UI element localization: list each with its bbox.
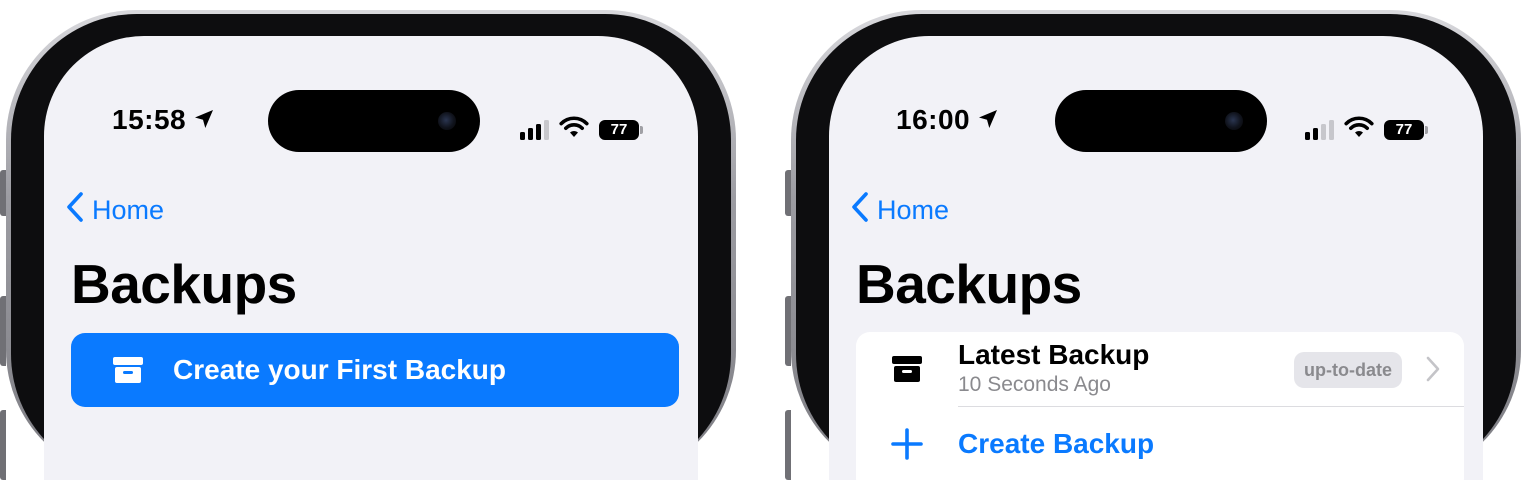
phone-frame-right: 16:00 77 Home Backups Latest Backup 10 S… [785,10,1521,480]
chevron-left-icon [851,192,869,229]
camera-icon [438,112,456,130]
status-time: 16:00 [896,104,1000,138]
action-button [785,170,791,216]
screen-right: 16:00 77 Home Backups Latest Backup 10 S… [829,36,1483,480]
create-first-backup-button[interactable]: Create your First Backup [71,333,679,407]
latest-backup-text: Latest Backup 10 Seconds Ago [958,340,1149,398]
wifi-icon [559,116,589,143]
back-button[interactable]: Home [851,192,949,229]
location-arrow-icon [976,106,1000,138]
volume-up-button [785,296,791,366]
volume-down-button [785,410,791,480]
status-badge: up-to-date [1294,352,1402,388]
latest-backup-subtitle: 10 Seconds Ago [958,373,1111,396]
battery-icon: 77 [1384,119,1428,140]
page-title: Backups [71,253,297,315]
phone-frame-left: 15:58 77 Home Backups Create your First … [0,10,736,480]
back-button-label: Home [92,195,165,225]
plus-icon [856,427,958,461]
status-time-label: 16:00 [896,104,971,135]
battery-icon: 77 [599,119,643,140]
volume-up-button [0,296,6,366]
volume-down-button [0,410,6,480]
backups-list: Latest Backup 10 Seconds Ago up-to-date … [856,332,1464,480]
screen-left: 15:58 77 Home Backups Create your First … [44,36,698,480]
back-button[interactable]: Home [66,192,164,229]
status-time-label: 15:58 [112,104,187,135]
chevron-right-icon [1426,356,1440,387]
cellular-signal-icon [1305,119,1334,140]
page-title: Backups [856,253,1082,315]
archive-box-icon [111,357,145,383]
location-arrow-icon [192,106,216,138]
status-icons: 77 [520,116,643,143]
latest-backup-title: Latest Backup [958,339,1150,370]
action-button [0,170,6,216]
chevron-left-icon [66,192,84,229]
camera-icon [1225,112,1243,130]
archive-box-icon [856,356,958,382]
create-first-backup-label: Create your First Backup [173,354,506,385]
create-backup-label: Create Backup [958,428,1155,459]
status-time: 15:58 [112,104,216,138]
latest-backup-row[interactable]: Latest Backup 10 Seconds Ago up-to-date [856,332,1464,406]
status-icons: 77 [1305,116,1428,143]
wifi-icon [1344,116,1374,143]
cellular-signal-icon [520,119,549,140]
back-button-label: Home [877,195,950,225]
dynamic-island [1055,90,1267,152]
create-backup-button[interactable]: Create Backup [856,406,1464,480]
dynamic-island [268,90,480,152]
